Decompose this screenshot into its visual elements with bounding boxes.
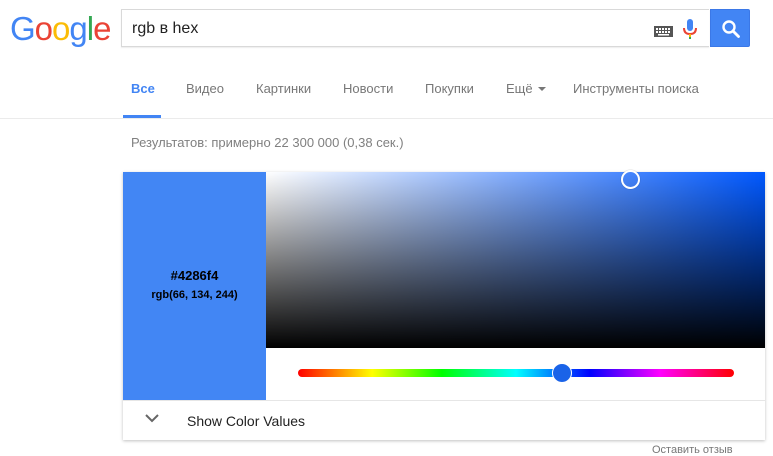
color-selection-handle[interactable]	[621, 170, 640, 189]
chevron-down-icon	[145, 414, 159, 423]
show-color-values-label: Show Color Values	[187, 413, 306, 429]
logo-letter: g	[69, 10, 87, 47]
search-button[interactable]	[710, 9, 750, 47]
caret-down-icon	[537, 86, 546, 91]
rgb-value: rgb(66, 134, 244)	[151, 289, 238, 301]
logo-letter: o	[34, 10, 53, 47]
feedback-link[interactable]: Оставить отзыв	[652, 444, 733, 456]
tab-news[interactable]: Новости	[343, 81, 393, 96]
search-query-text[interactable]: rgb в hex	[132, 20, 198, 38]
hue-slider-track[interactable]	[298, 369, 734, 377]
color-picker-card: #4286f4 rgb(66, 134, 244) Show Color Val…	[123, 170, 765, 440]
hex-value: #4286f4	[170, 268, 219, 283]
logo-letter: e	[93, 10, 111, 47]
header: Google rgb в hex	[0, 0, 773, 60]
tab-search-tools[interactable]: Инструменты поиска	[573, 81, 699, 96]
tab-more-label: Ещё	[506, 81, 533, 96]
hue-slider-handle[interactable]	[552, 363, 572, 383]
google-logo[interactable]: Google	[10, 10, 111, 47]
tab-video[interactable]: Видео	[186, 81, 224, 96]
tab-more[interactable]: Ещё	[506, 81, 546, 96]
show-color-values-toggle[interactable]: Show Color Values	[123, 401, 765, 440]
color-swatch: #4286f4 rgb(66, 134, 244)	[123, 172, 266, 400]
active-tab-indicator	[123, 115, 161, 118]
saturation-value-area[interactable]	[266, 170, 765, 348]
tab-shopping[interactable]: Покупки	[425, 81, 474, 96]
mic-icon[interactable]	[683, 19, 697, 39]
keyboard-icon[interactable]	[654, 24, 673, 37]
logo-letter: o	[52, 10, 70, 47]
search-icon	[722, 20, 740, 38]
result-stats: Результатов: примерно 22 300 000 (0,38 с…	[131, 135, 404, 150]
tab-images[interactable]: Картинки	[256, 81, 311, 96]
tab-all[interactable]: Все	[131, 81, 155, 96]
search-input[interactable]: rgb в hex	[121, 9, 709, 47]
search-tabs: Все Видео Картинки Новости Покупки Ещё И…	[0, 60, 773, 119]
logo-letter: G	[10, 10, 36, 47]
